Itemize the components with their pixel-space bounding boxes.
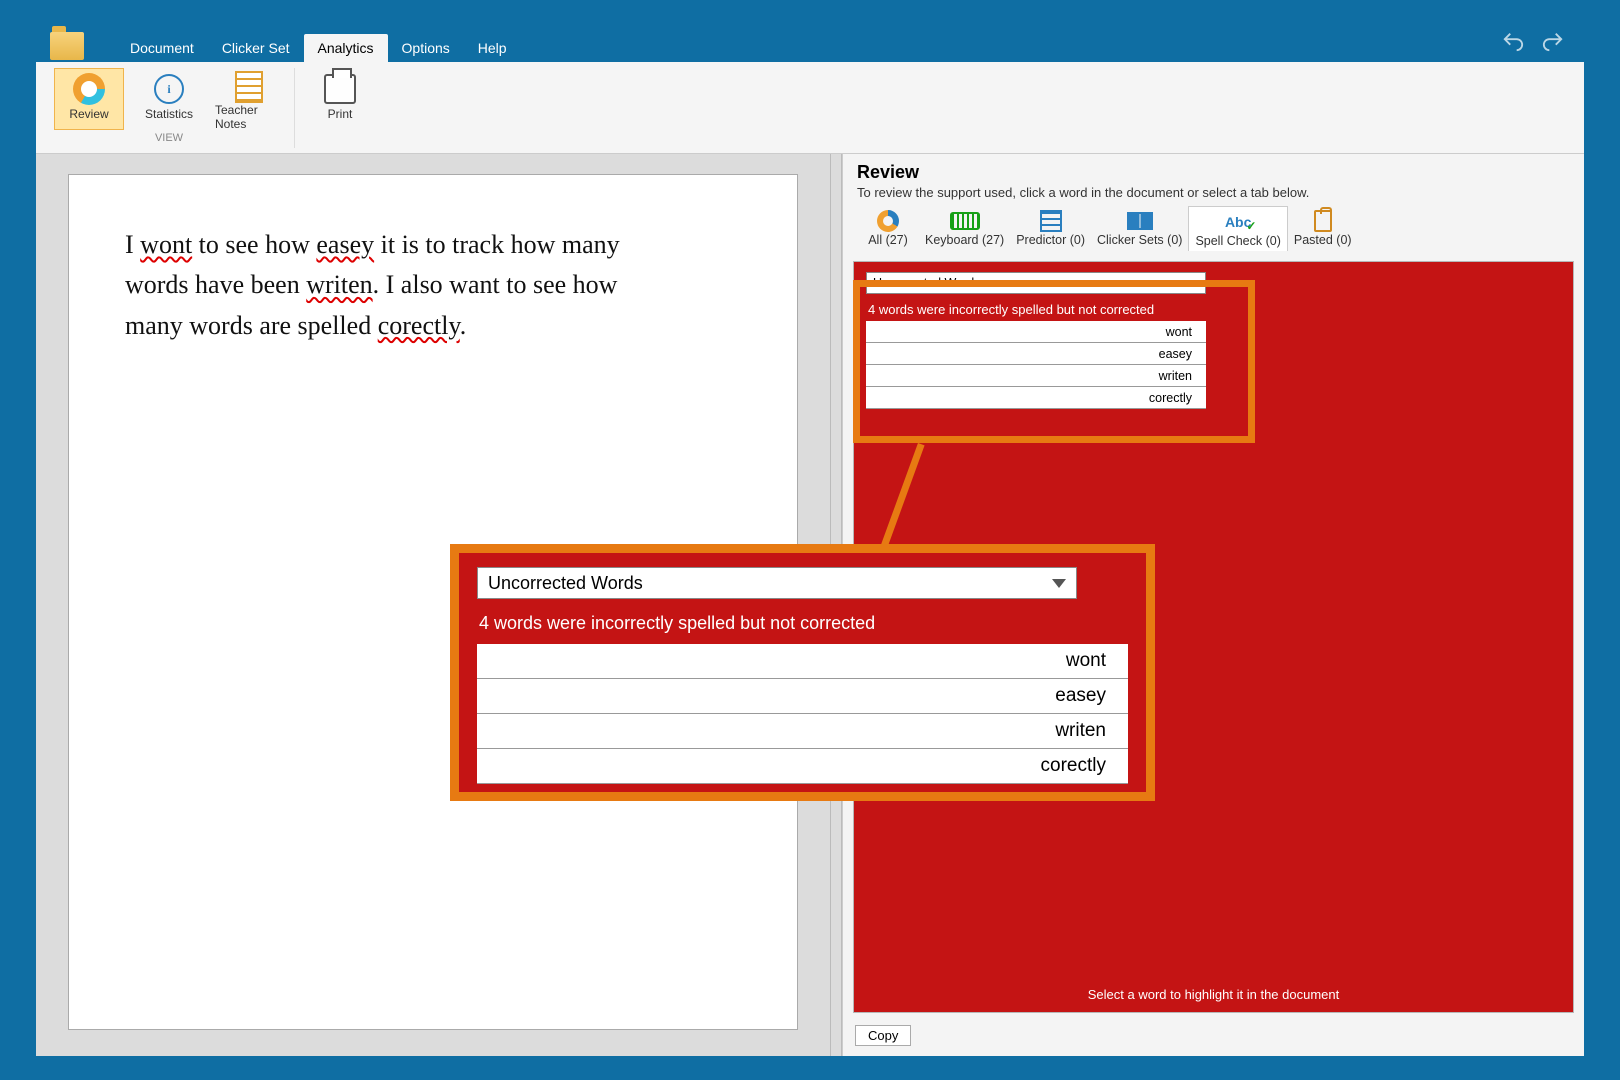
- info-icon: i: [154, 74, 184, 104]
- uncorrected-words-dropdown[interactable]: Uncorrected Words: [866, 272, 1206, 294]
- review-tabs: All (27) Keyboard (27) Predictor (0) Cli…: [857, 206, 1570, 251]
- review-button-label: Review: [69, 107, 108, 121]
- misspelled-wont[interactable]: wont: [140, 230, 192, 259]
- word-row[interactable]: wont: [866, 321, 1206, 343]
- zoom-word-row[interactable]: wont: [477, 644, 1128, 679]
- uncorrected-words-table: wont easey writen corectly: [866, 321, 1206, 409]
- donut-icon: [73, 73, 105, 105]
- clipboard-icon: [1314, 210, 1332, 232]
- notes-icon: [235, 71, 263, 103]
- print-icon: [324, 74, 356, 104]
- review-hint: Select a word to highlight it in the doc…: [854, 981, 1573, 1012]
- redo-icon[interactable]: [1540, 30, 1566, 52]
- folder-icon[interactable]: [50, 32, 84, 60]
- tab-document[interactable]: Document: [116, 34, 208, 62]
- chevron-down-icon: [1052, 579, 1066, 588]
- zoom-words-table: wont easey writen corectly: [477, 644, 1128, 784]
- zoom-word-row[interactable]: easey: [477, 679, 1128, 714]
- review-status: 4 words were incorrectly spelled but not…: [868, 302, 1561, 317]
- zoom-word-row[interactable]: writen: [477, 714, 1128, 749]
- review-tab-keyboard[interactable]: Keyboard (27): [919, 206, 1010, 251]
- chevron-down-icon: [1189, 280, 1199, 286]
- zoom-dropdown[interactable]: Uncorrected Words: [477, 567, 1077, 599]
- zoom-status: 4 words were incorrectly spelled but not…: [479, 613, 1128, 634]
- callout-zoom: Uncorrected Words 4 words were incorrect…: [450, 544, 1155, 801]
- review-tab-predictor[interactable]: Predictor (0): [1010, 206, 1091, 251]
- review-button[interactable]: Review: [54, 68, 124, 130]
- review-tab-all[interactable]: All (27): [857, 206, 919, 251]
- misspelled-easey[interactable]: easey: [316, 230, 374, 259]
- word-row[interactable]: writen: [866, 365, 1206, 387]
- statistics-button[interactable]: i Statistics: [134, 68, 204, 130]
- document-text[interactable]: I wont to see how easey it is to track h…: [125, 225, 741, 346]
- statistics-button-label: Statistics: [145, 107, 193, 121]
- review-title: Review: [857, 162, 1570, 183]
- word-row[interactable]: easey: [866, 343, 1206, 365]
- teacher-notes-label: Teacher Notes: [215, 103, 283, 131]
- print-button[interactable]: Print: [305, 68, 375, 130]
- word-row[interactable]: corectly: [866, 387, 1206, 409]
- review-tab-pasted[interactable]: Pasted (0): [1288, 206, 1358, 251]
- misspelled-corectly[interactable]: corectly: [378, 311, 460, 340]
- copy-button[interactable]: Copy: [855, 1025, 911, 1046]
- review-subtitle: To review the support used, click a word…: [857, 185, 1570, 200]
- ribbon-group-view-label: VIEW: [155, 132, 183, 144]
- print-button-label: Print: [328, 107, 353, 121]
- misspelled-writen[interactable]: writen: [306, 270, 372, 299]
- teacher-notes-button[interactable]: Teacher Notes: [214, 68, 284, 130]
- tab-options[interactable]: Options: [388, 34, 464, 62]
- review-tab-clicker-sets[interactable]: Clicker Sets (0): [1091, 206, 1188, 251]
- clicker-sets-icon: [1127, 212, 1153, 230]
- ribbon: Review i Statistics Teacher Notes VIEW P…: [36, 62, 1584, 154]
- tab-analytics[interactable]: Analytics: [304, 34, 388, 62]
- zoom-word-row[interactable]: corectly: [477, 749, 1128, 784]
- tab-help[interactable]: Help: [464, 34, 521, 62]
- donut-icon: [877, 210, 899, 232]
- predictor-icon: [1040, 210, 1062, 232]
- keyboard-icon: [950, 212, 980, 230]
- undo-icon[interactable]: [1500, 30, 1526, 52]
- menu-tabs: Document Clicker Set Analytics Options H…: [116, 34, 521, 62]
- spellcheck-icon: Abc: [1225, 214, 1251, 230]
- review-tab-spell-check[interactable]: AbcSpell Check (0): [1188, 206, 1287, 251]
- tab-clicker-set[interactable]: Clicker Set: [208, 34, 304, 62]
